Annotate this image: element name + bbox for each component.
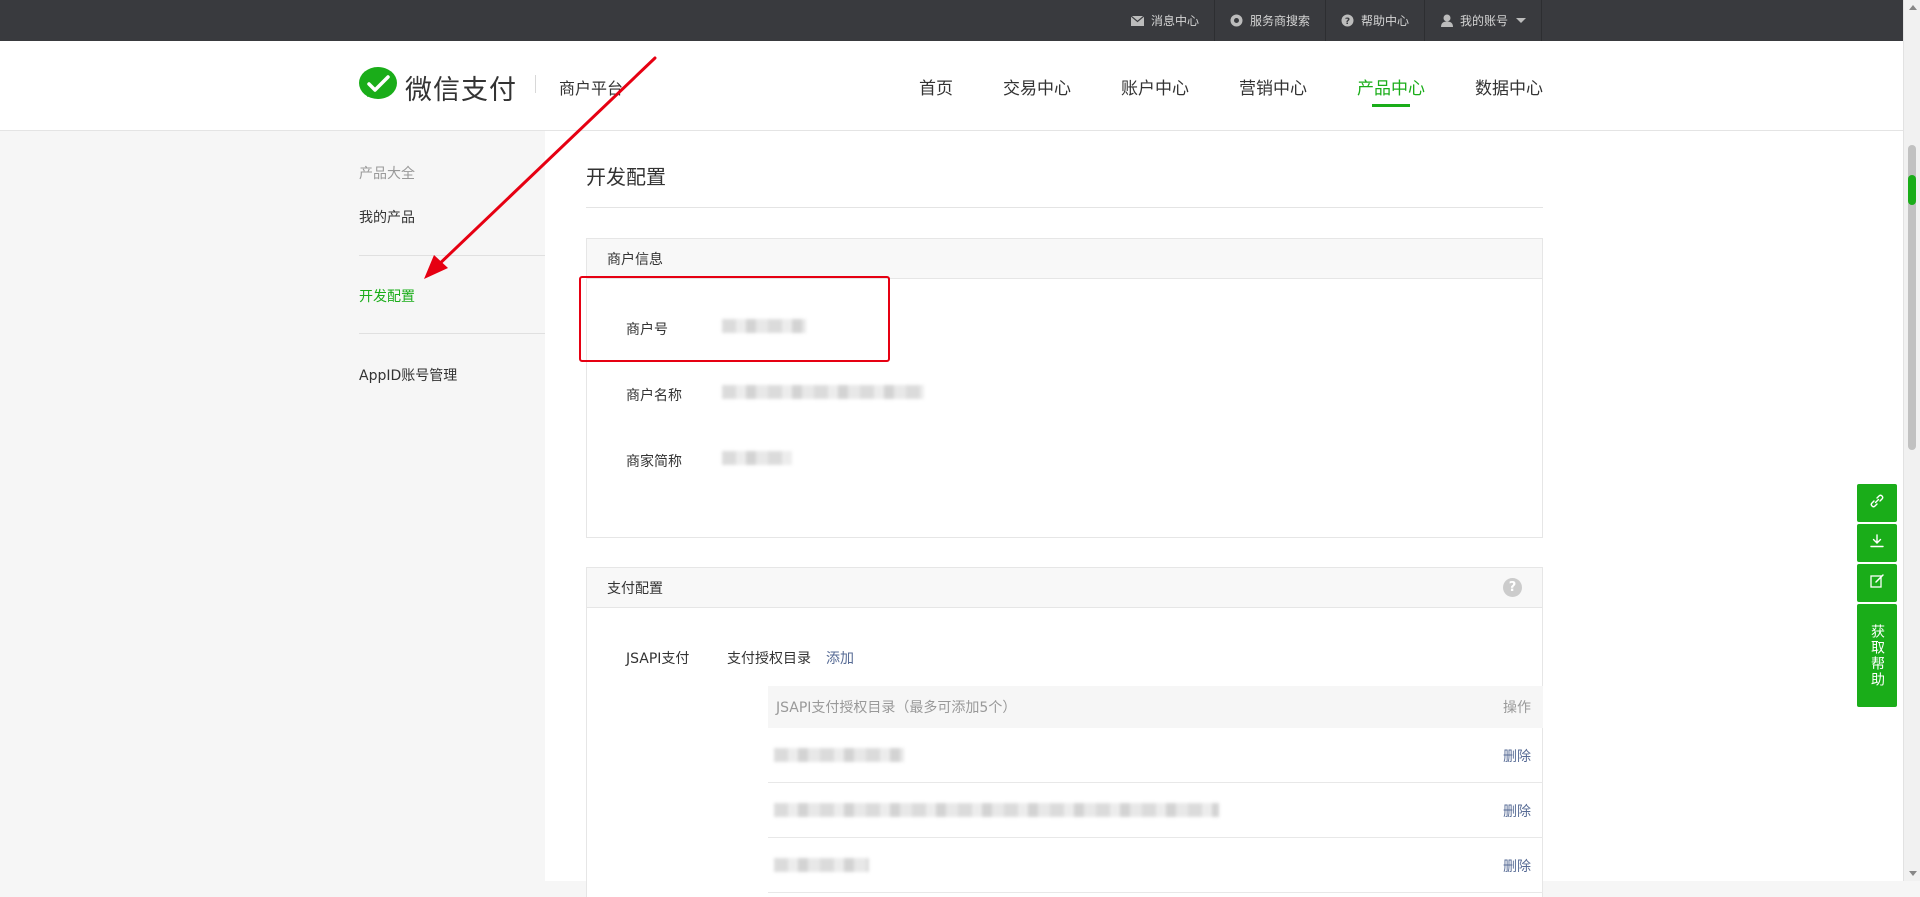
scroll-down-arrow-icon[interactable] <box>1909 871 1917 876</box>
logo-subtitle: 商户平台 <box>559 79 624 98</box>
title-divider <box>586 207 1543 208</box>
table-row: 删除 <box>768 728 1543 783</box>
topbar-help-center[interactable]: ? 帮助中心 <box>1324 0 1424 41</box>
auth-dir-redacted <box>774 748 904 762</box>
float-download-button[interactable] <box>1857 524 1897 562</box>
mail-icon <box>1131 14 1145 28</box>
wechat-pay-logo[interactable]: 微信支付 <box>359 67 517 107</box>
topbar-my-account[interactable]: 我的账号 <box>1423 0 1542 41</box>
page-title: 开发配置 <box>586 165 666 189</box>
col-action: 操作 <box>1503 700 1531 716</box>
user-icon <box>1440 14 1454 28</box>
download-icon <box>1869 533 1885 553</box>
main-content: 开发配置 商户信息 商户号 商户名称 商家简称 支付配置 ? JSAPI支付 支… <box>545 131 1903 897</box>
merchant-name-label: 商户名称 <box>626 388 682 404</box>
payment-config-title: 支付配置 <box>607 580 663 597</box>
wechat-pay-logo-icon <box>359 67 397 107</box>
payment-config-panel: 支付配置 ? JSAPI支付 支付授权目录 添加 JSAPI支付授权目录（最多可… <box>586 567 1543 897</box>
delete-link[interactable]: 删除 <box>1503 746 1531 766</box>
jsapi-pay-label: JSAPI支付 <box>626 651 690 667</box>
main-nav: 首页 交易中心 账户中心 营销中心 产品中心 数据中心 <box>869 41 1543 131</box>
col-auth-dir: JSAPI支付授权目录（最多可添加5个） <box>776 700 1017 716</box>
question-circle-icon: ? <box>1341 14 1355 28</box>
sidebar-item-appid-management[interactable]: AppID账号管理 <box>359 365 457 385</box>
scrollbar-marker <box>1908 175 1916 205</box>
nav-marketing-center[interactable]: 营销中心 <box>1239 41 1307 131</box>
edit-icon <box>1869 573 1885 593</box>
auth-dir-redacted <box>774 803 1219 817</box>
link-icon <box>1869 493 1885 513</box>
topbar-my-account-label: 我的账号 <box>1459 14 1508 28</box>
search-circle-icon <box>1230 14 1244 28</box>
chevron-down-icon <box>1516 18 1526 23</box>
nav-product-center[interactable]: 产品中心 <box>1357 41 1425 131</box>
topbar-messages-label: 消息中心 <box>1150 14 1199 28</box>
sidebar-item-dev-config[interactable]: 开发配置 <box>359 286 415 306</box>
nav-home[interactable]: 首页 <box>919 41 953 131</box>
float-toolbar: 获取帮助 <box>1857 484 1897 707</box>
merchant-short-name-label: 商家简称 <box>626 454 682 470</box>
annotation-highlight-box <box>579 276 890 362</box>
auth-dir-table: JSAPI支付授权目录（最多可添加5个） 操作 删除 删除 删除 <box>768 686 1543 893</box>
merchant-name-value-redacted <box>722 385 924 399</box>
page-scrollbar[interactable] <box>1903 0 1920 881</box>
auth-dir-table-header: JSAPI支付授权目录（最多可添加5个） 操作 <box>768 686 1543 728</box>
nav-data-center[interactable]: 数据中心 <box>1475 41 1543 131</box>
table-row: 删除 <box>768 838 1543 893</box>
top-bar-menu: 消息中心 服务商搜索 ? 帮助中心 我的账号 <box>1116 0 1542 41</box>
topbar-provider-search[interactable]: 服务商搜索 <box>1213 0 1325 41</box>
nav-trade-center[interactable]: 交易中心 <box>1003 41 1071 131</box>
help-question-icon[interactable]: ? <box>1503 578 1522 597</box>
svg-text:?: ? <box>1345 17 1350 27</box>
float-link-button[interactable] <box>1857 484 1897 522</box>
sidebar-title: 产品大全 <box>359 166 415 182</box>
float-get-help-button[interactable]: 获取帮助 <box>1857 604 1897 707</box>
top-bar: 消息中心 服务商搜索 ? 帮助中心 我的账号 <box>0 0 1903 41</box>
delete-link[interactable]: 删除 <box>1503 801 1531 821</box>
merchant-info-header: 商户信息 <box>587 239 1542 279</box>
scroll-up-arrow-icon[interactable] <box>1909 5 1917 10</box>
sidebar-divider <box>359 333 545 334</box>
sidebar-item-my-products[interactable]: 我的产品 <box>359 207 415 227</box>
topbar-messages[interactable]: 消息中心 <box>1116 0 1214 41</box>
logo-text: 微信支付 <box>405 74 517 106</box>
table-row: 删除 <box>768 783 1543 838</box>
nav-account-center[interactable]: 账户中心 <box>1121 41 1189 131</box>
merchant-short-name-value-redacted <box>722 451 792 465</box>
topbar-provider-search-label: 服务商搜索 <box>1249 14 1310 28</box>
main-header: 微信支付 商户平台 首页 交易中心 账户中心 营销中心 产品中心 数据中心 <box>0 41 1903 131</box>
auth-dir-redacted <box>774 858 869 872</box>
float-edit-button[interactable] <box>1857 564 1897 602</box>
add-auth-dir-link[interactable]: 添加 <box>826 648 854 668</box>
delete-link[interactable]: 删除 <box>1503 856 1531 876</box>
logo-divider <box>535 75 536 93</box>
payment-config-header: 支付配置 ? <box>587 568 1542 608</box>
topbar-help-center-label: 帮助中心 <box>1360 14 1409 28</box>
auth-dir-label: 支付授权目录 <box>727 651 811 667</box>
sidebar-divider <box>359 255 545 256</box>
